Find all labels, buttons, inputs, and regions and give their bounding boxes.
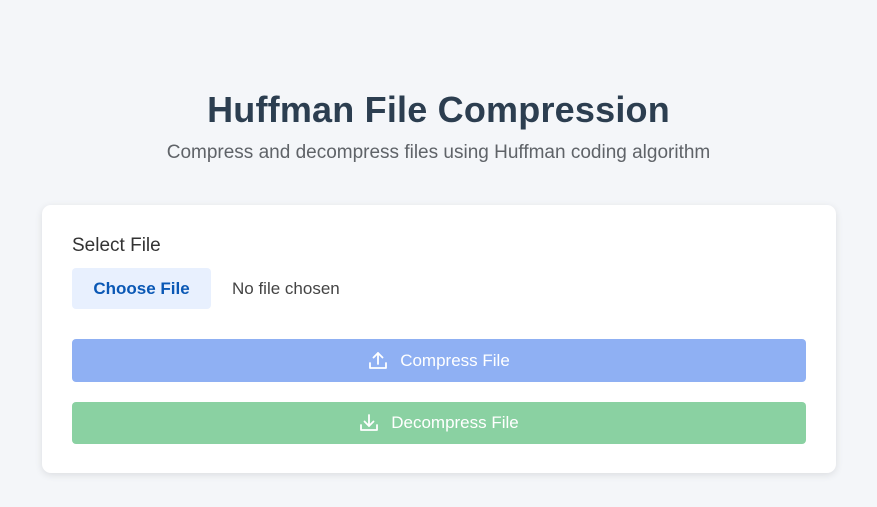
decompress-file-label: Decompress File <box>391 413 519 432</box>
file-input[interactable]: Choose File No file chosen <box>72 268 340 309</box>
choose-file-button[interactable]: Choose File <box>72 268 211 309</box>
header: Huffman File Compression Compress and de… <box>0 0 877 165</box>
upload-icon <box>368 351 388 371</box>
page-subtitle: Compress and decompress files using Huff… <box>166 142 711 163</box>
compression-card: Select File Choose File No file chosen C… <box>42 205 836 473</box>
compress-file-label: Compress File <box>400 350 510 370</box>
download-icon <box>359 413 379 433</box>
page: Huffman File Compression Compress and de… <box>0 0 877 507</box>
decompress-file-button[interactable]: Decompress File <box>72 402 806 444</box>
page-title: Huffman File Compression <box>207 89 670 130</box>
select-file-label: Select File <box>72 235 161 256</box>
file-status-text: No file chosen <box>232 278 340 298</box>
compress-file-button[interactable]: Compress File <box>72 339 806 382</box>
